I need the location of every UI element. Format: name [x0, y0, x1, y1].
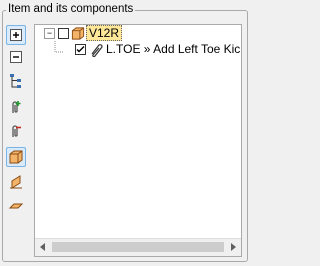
tree-node-child[interactable]: L.TOE » Add Left Toe Kick	[75, 41, 241, 57]
scrollbar-thumb[interactable]	[52, 242, 224, 252]
remove-component-icon	[12, 125, 21, 137]
tree-node-root[interactable]: − V12R	[44, 25, 123, 41]
child-checkbox[interactable]	[75, 43, 86, 55]
scroll-right-icon[interactable]	[231, 243, 236, 251]
tree-structure-button[interactable]	[6, 71, 26, 91]
add-component-button[interactable]	[6, 97, 26, 117]
tree-structure-icon	[10, 74, 21, 88]
box-3d-icon	[71, 26, 85, 40]
checkmark-icon	[76, 45, 85, 52]
side-face-button[interactable]	[6, 172, 26, 192]
expand-all-icon	[10, 29, 22, 41]
component-tree[interactable]: − V12R L.TOE » Add Left Toe Kick	[34, 24, 242, 257]
remove-component-button[interactable]	[6, 121, 26, 141]
flat-face-icon	[8, 203, 24, 209]
root-checkbox[interactable]	[58, 27, 69, 39]
group-title: Item and its components	[6, 2, 136, 16]
tree-node-label[interactable]: L.TOE » Add Left Toe Kick	[104, 42, 241, 56]
tree-node-label[interactable]: V12R	[86, 25, 123, 41]
scroll-left-icon[interactable]	[40, 243, 45, 251]
add-component-icon	[12, 101, 21, 113]
collapse-toggle-icon[interactable]: −	[44, 27, 55, 39]
paperclip-icon	[91, 44, 103, 57]
side-face-icon	[10, 175, 22, 189]
expand-all-button[interactable]	[6, 25, 26, 45]
collapse-all-button[interactable]	[6, 47, 26, 67]
flat-face-button[interactable]	[6, 195, 26, 215]
box-3d-icon	[9, 150, 23, 164]
horizontal-scrollbar[interactable]	[35, 238, 241, 256]
collapse-all-icon	[10, 51, 22, 63]
box-3d-button[interactable]	[6, 147, 26, 167]
